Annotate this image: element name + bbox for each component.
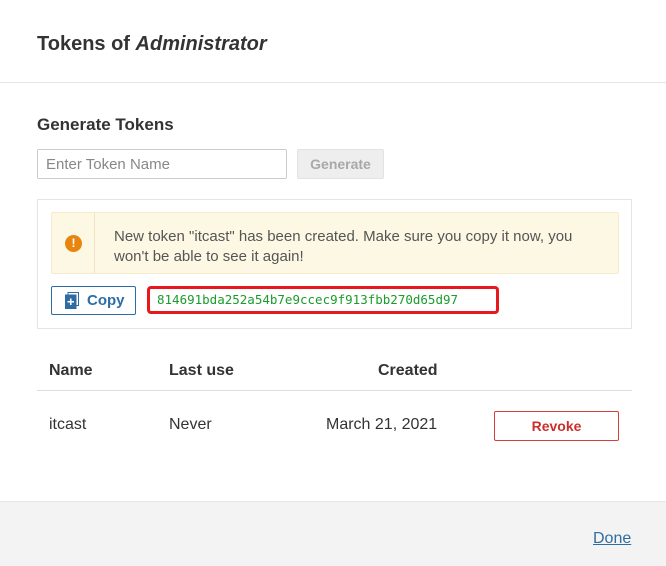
- token-created-cell: March 21, 2021: [326, 416, 438, 433]
- warning-message: New token "itcast" has been created. Mak…: [114, 228, 573, 265]
- token-last-use-cell: Never: [169, 416, 212, 433]
- generate-button[interactable]: Generate: [297, 149, 384, 179]
- generate-tokens-heading: Generate Tokens: [37, 115, 174, 134]
- exclamation-circle-icon: !: [65, 235, 82, 252]
- warning-icon-box: !: [52, 213, 95, 273]
- modal-title: Tokens of Administrator: [37, 33, 267, 56]
- token-created-warning: ! New token "itcast" has been created. M…: [51, 212, 619, 274]
- token-name-input[interactable]: [37, 149, 287, 179]
- copy-button-label: Copy: [87, 292, 125, 309]
- modal-title-prefix: Tokens of: [37, 33, 136, 55]
- modal-title-user: Administrator: [135, 33, 267, 55]
- token-result-panel: ! New token "itcast" has been created. M…: [37, 199, 632, 329]
- done-link[interactable]: Done: [593, 530, 631, 548]
- modal-footer: Done: [0, 501, 666, 566]
- token-name-cell: itcast: [49, 416, 87, 433]
- column-header-created: Created: [378, 362, 438, 379]
- token-value[interactable]: 814691bda252a54b7e9ccec9f913fbb270d65d97: [147, 286, 499, 314]
- copy-token-button[interactable]: Copy: [51, 286, 136, 315]
- copy-document-icon: [65, 292, 79, 309]
- table-header-divider: [37, 390, 632, 391]
- column-header-last-use: Last use: [169, 362, 234, 379]
- modal-header: Tokens of Administrator: [0, 0, 666, 83]
- column-header-name: Name: [49, 362, 93, 379]
- revoke-button[interactable]: Revoke: [494, 411, 619, 441]
